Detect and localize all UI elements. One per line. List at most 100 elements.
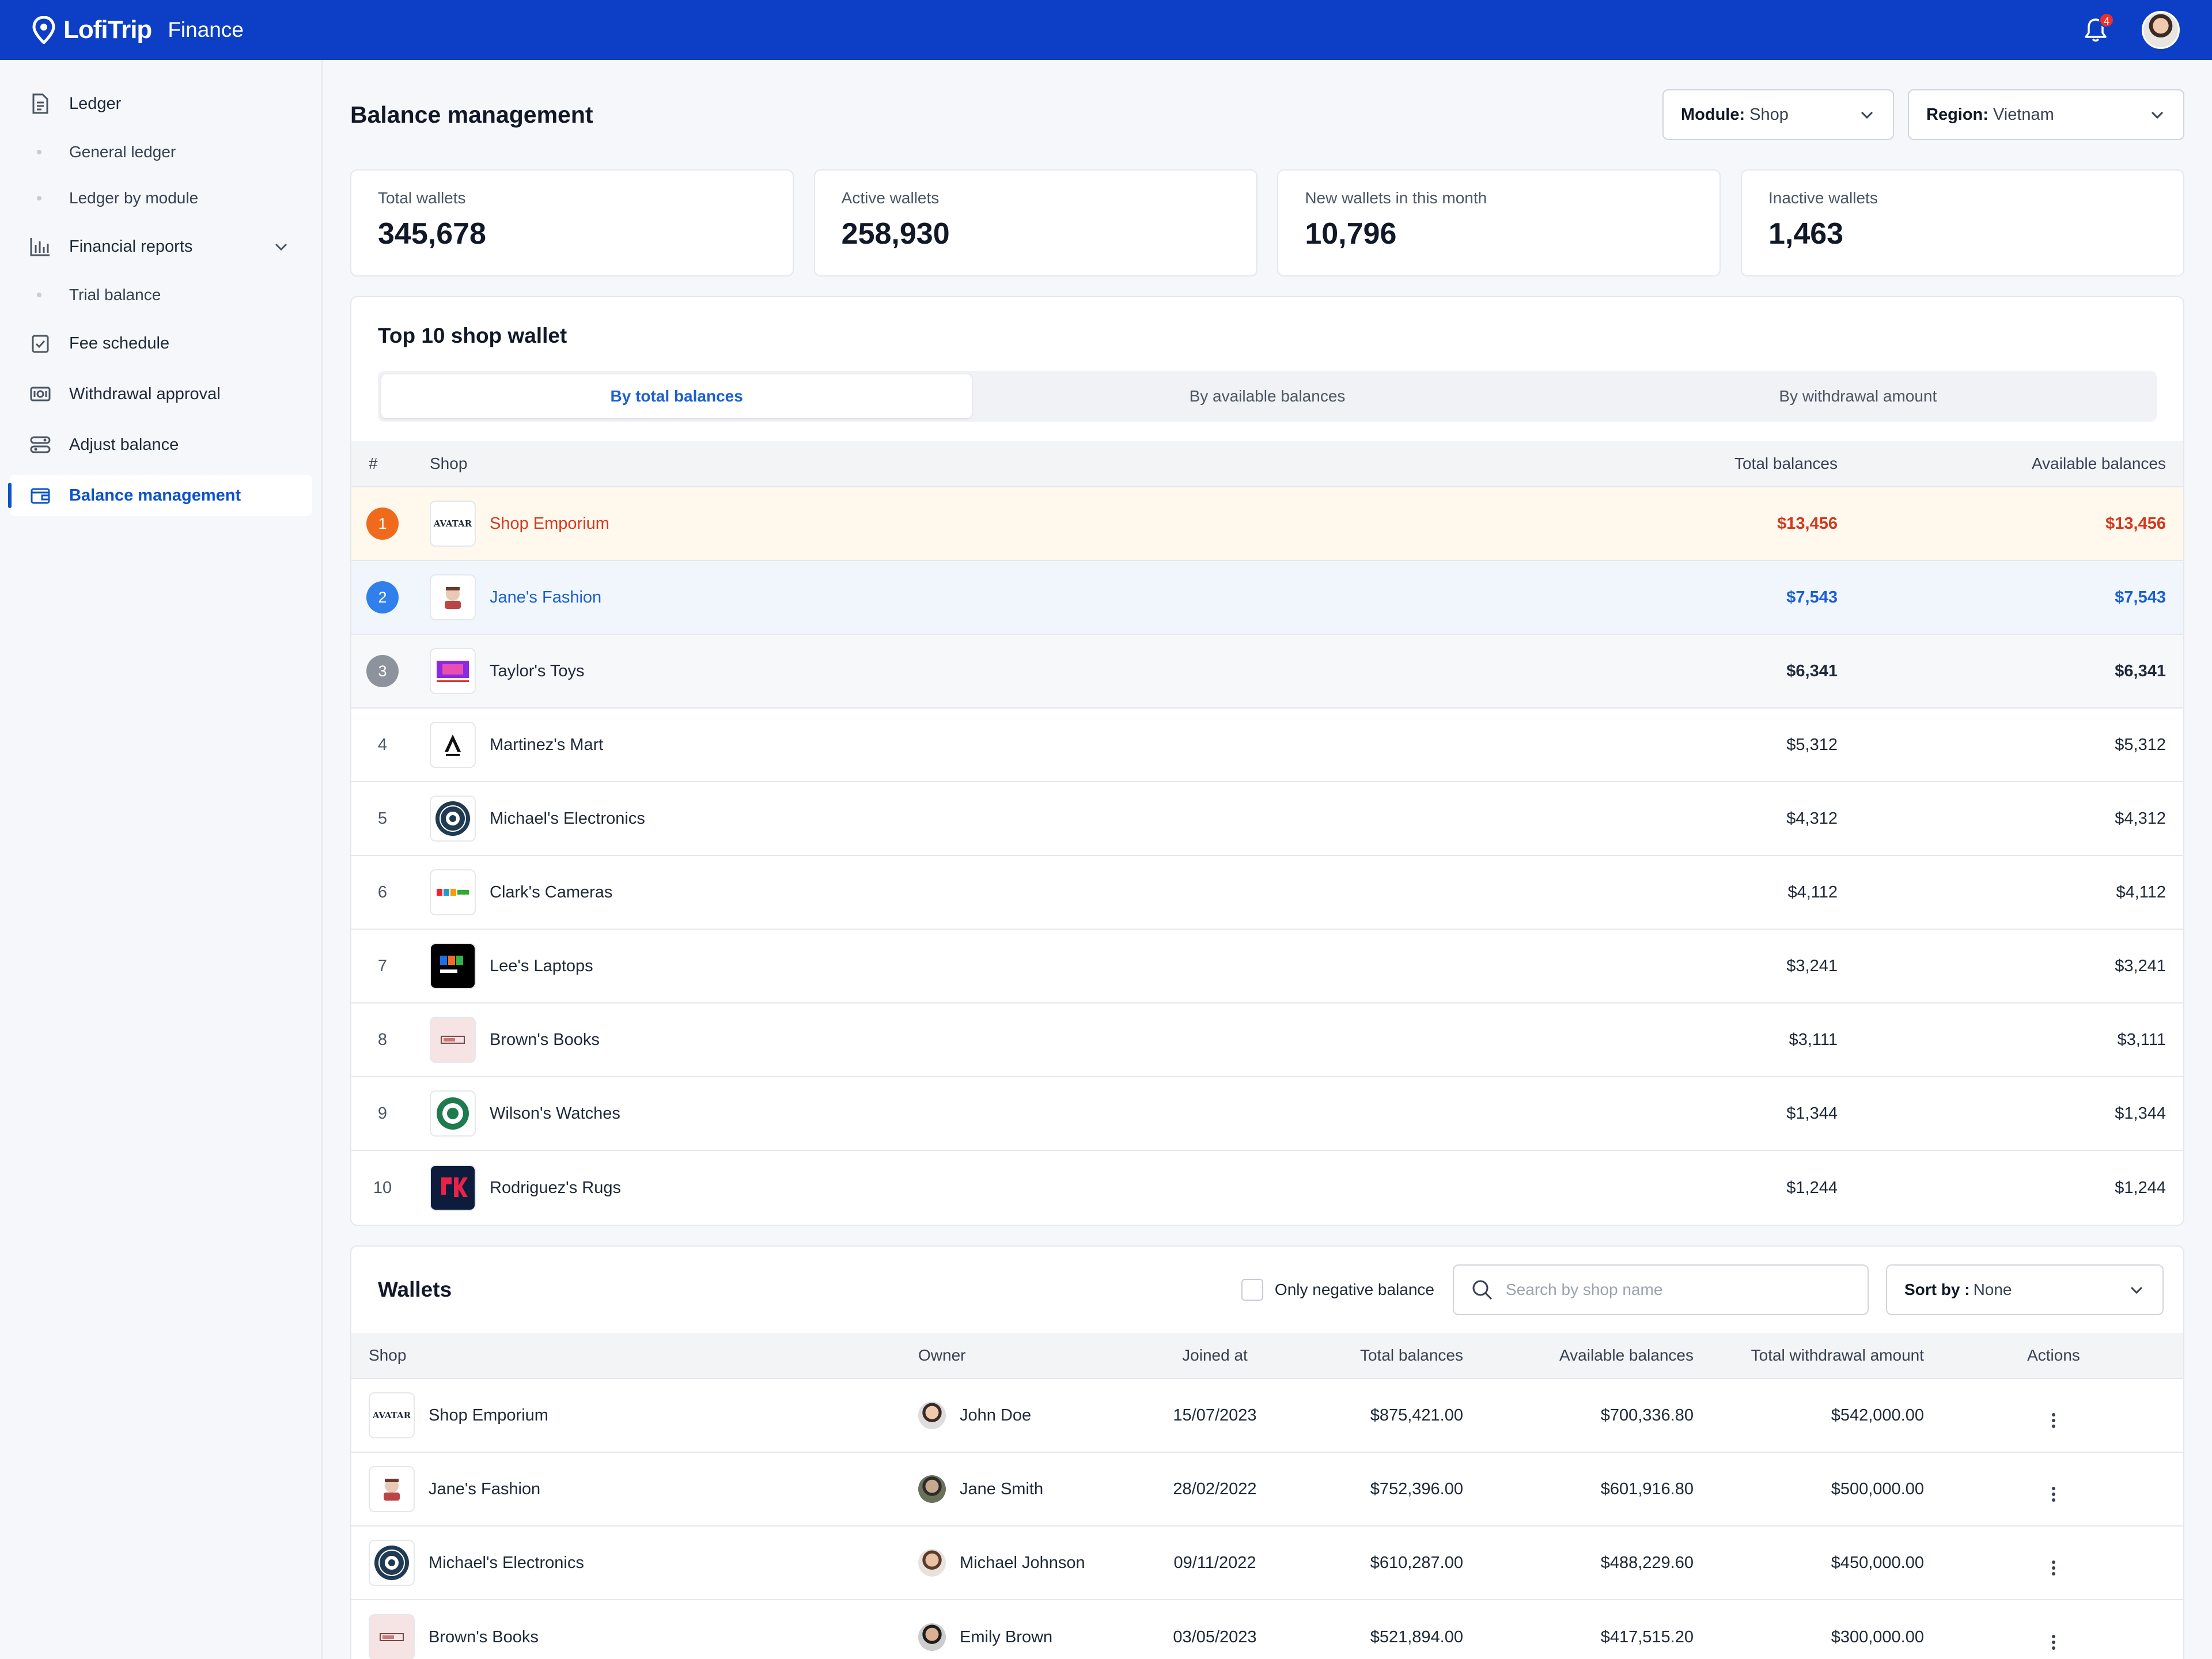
- total-balance: $4,312: [1786, 809, 1838, 828]
- owner-avatar: [918, 1623, 946, 1651]
- region-select[interactable]: Region: Vietnam: [1908, 89, 2184, 140]
- sidebar-item-label: Adjust balance: [69, 435, 179, 454]
- sidebar-item-general-ledger[interactable]: General ledger: [9, 134, 312, 171]
- document-icon: [30, 93, 51, 114]
- total-balance: $3,241: [1786, 956, 1838, 975]
- shop-logo: [369, 1540, 415, 1586]
- tab-by-total-balances[interactable]: By total balances: [381, 374, 972, 418]
- shop-logo: [430, 574, 476, 620]
- total-withdrawal: $300,000.00: [1831, 1627, 1924, 1646]
- table-row[interactable]: 7 Lee's Laptops $3,241 $3,241: [351, 930, 2183, 1003]
- location-pin-icon: [32, 16, 55, 44]
- more-actions-icon[interactable]: [2052, 1486, 2055, 1503]
- sidebar-item-ledger-by-module[interactable]: Ledger by module: [9, 180, 312, 217]
- module-select[interactable]: Module: Shop: [1662, 89, 1894, 140]
- table-row[interactable]: 6 Clark's Cameras $4,112 $4,112: [351, 856, 2183, 930]
- col-total-balances: Total balances: [1359, 1346, 1463, 1364]
- sort-value: None: [1973, 1281, 2012, 1298]
- rank-badge: 1: [366, 507, 399, 540]
- tab-by-available-balances[interactable]: By available balances: [972, 374, 1562, 418]
- sidebar-item-trial-balance[interactable]: Trial balance: [9, 276, 312, 313]
- col-shop: Shop: [430, 454, 468, 472]
- table-row[interactable]: 1 AVATAR Shop Emporium $13,456 $13,456: [351, 487, 2183, 561]
- col-available-balances: Available balances: [2032, 454, 2166, 472]
- checklist-icon: [30, 333, 51, 354]
- shop-logo: AVATAR: [369, 1392, 415, 1438]
- shop-name[interactable]: Brown's Books: [490, 1031, 600, 1050]
- shop-name[interactable]: Michael's Electronics: [490, 809, 645, 828]
- shop-name[interactable]: Michael's Electronics: [429, 1554, 584, 1573]
- notifications-button[interactable]: 4: [2081, 13, 2114, 45]
- sidebar-item-ledger[interactable]: Ledger: [9, 83, 312, 124]
- table-row[interactable]: Jane's Fashion Jane Smith 28/02/2022 $75…: [351, 1453, 2183, 1527]
- shop-name[interactable]: Brown's Books: [429, 1628, 539, 1647]
- search-input[interactable]: Search by shop name: [1453, 1264, 1869, 1315]
- negative-balance-filter[interactable]: Only negative balance: [1241, 1279, 1434, 1301]
- user-avatar[interactable]: [2142, 11, 2180, 49]
- more-actions-icon[interactable]: [2052, 1412, 2055, 1429]
- available-balance: $1,244: [2115, 1178, 2166, 1197]
- shop-name[interactable]: Shop Emporium: [429, 1406, 548, 1425]
- owner-name: Jane Smith: [960, 1479, 1044, 1498]
- joined-date: 15/07/2023: [1173, 1406, 1257, 1425]
- shop-logo: [369, 1614, 415, 1659]
- sidebar-item-financial-reports[interactable]: Financial reports: [9, 226, 312, 267]
- shop-name[interactable]: Martinez's Mart: [490, 736, 603, 755]
- table-row[interactable]: 9 Wilson's Watches $1,344 $1,344: [351, 1077, 2183, 1151]
- available-balance: $13,456: [2105, 514, 2166, 533]
- sort-select[interactable]: Sort by : None: [1886, 1264, 2164, 1315]
- table-row[interactable]: 3 Taylor's Toys $6,341 $6,341: [351, 635, 2183, 709]
- total-withdrawal: $542,000.00: [1831, 1406, 1924, 1425]
- shop-name[interactable]: Wilson's Watches: [490, 1104, 620, 1123]
- chevron-down-icon: [1861, 111, 1873, 119]
- shop-logo-text: AVATAR: [372, 1410, 411, 1421]
- shop-name[interactable]: Shop Emporium: [490, 514, 609, 533]
- shop-name[interactable]: Lee's Laptops: [490, 957, 593, 976]
- shop-logo: [430, 1090, 476, 1137]
- table-row[interactable]: Michael's Electronics Michael Johnson 09…: [351, 1527, 2183, 1600]
- table-row[interactable]: 10 Rodriguez's Rugs $1,244 $1,244: [351, 1151, 2183, 1225]
- table-row[interactable]: 4 Martinez's Mart $5,312 $5,312: [351, 709, 2183, 782]
- col-total-withdrawal: Total withdrawal amount: [1751, 1346, 1924, 1364]
- total-balance: $1,244: [1786, 1178, 1838, 1197]
- col-shop: Shop: [369, 1346, 407, 1364]
- shop-name[interactable]: Clark's Cameras: [490, 883, 612, 902]
- app-logo[interactable]: LofiTrip Finance: [32, 16, 244, 44]
- sidebar-item-balance-management[interactable]: Balance management: [8, 475, 312, 516]
- chevron-down-icon[interactable]: [273, 238, 289, 255]
- shop-name[interactable]: Jane's Fashion: [429, 1480, 540, 1499]
- table-row[interactable]: AVATAR Shop Emporium John Doe 15/07/2023 …: [351, 1379, 2183, 1453]
- table-row[interactable]: Brown's Books Emily Brown 03/05/2023 $52…: [351, 1600, 2183, 1659]
- sliders-icon: [30, 434, 51, 455]
- sidebar-item-fee-schedule[interactable]: Fee schedule: [9, 323, 312, 364]
- stat-card-new-wallets: New wallets in this month 10,796: [1277, 169, 1721, 276]
- total-balance: $3,111: [1789, 1030, 1838, 1049]
- sidebar-item-label: Trial balance: [69, 286, 161, 304]
- stat-value: 10,796: [1305, 217, 1397, 251]
- tab-by-withdrawal-amount[interactable]: By withdrawal amount: [1563, 374, 2153, 418]
- col-joined: Joined at: [1182, 1346, 1248, 1364]
- sidebar-item-label: Fee schedule: [69, 334, 170, 353]
- sidebar-item-withdrawal-approval[interactable]: Withdrawal approval: [9, 373, 312, 415]
- wallets-title: Wallets: [378, 1278, 452, 1301]
- rank-badge: 2: [366, 581, 399, 613]
- stat-value: 1,463: [1768, 217, 1844, 251]
- shop-logo: [430, 1017, 476, 1063]
- shop-name[interactable]: Jane's Fashion: [490, 588, 601, 607]
- module-select-label: Module:: [1681, 105, 1745, 124]
- table-row[interactable]: 2 Jane's Fashion $7,543 $7,543: [351, 561, 2183, 635]
- shop-name[interactable]: Rodriguez's Rugs: [490, 1179, 621, 1198]
- app-name: LofiTrip: [63, 16, 152, 44]
- chevron-down-icon: [2130, 1286, 2143, 1294]
- more-actions-icon[interactable]: [2052, 1634, 2055, 1651]
- shop-logo: [430, 648, 476, 694]
- table-row[interactable]: 8 Brown's Books $3,111 $3,111: [351, 1003, 2183, 1077]
- owner-name: Emily Brown: [960, 1627, 1053, 1646]
- table-row[interactable]: 5 Michael's Electronics $4,312 $4,312: [351, 782, 2183, 856]
- more-actions-icon[interactable]: [2052, 1559, 2055, 1577]
- col-total-balances: Total balances: [1734, 454, 1838, 472]
- sidebar-item-adjust-balance[interactable]: Adjust balance: [9, 424, 312, 465]
- sidebar-item-label: Ledger by module: [69, 189, 199, 207]
- shop-name[interactable]: Taylor's Toys: [490, 662, 585, 681]
- negative-balance-checkbox[interactable]: [1241, 1279, 1263, 1301]
